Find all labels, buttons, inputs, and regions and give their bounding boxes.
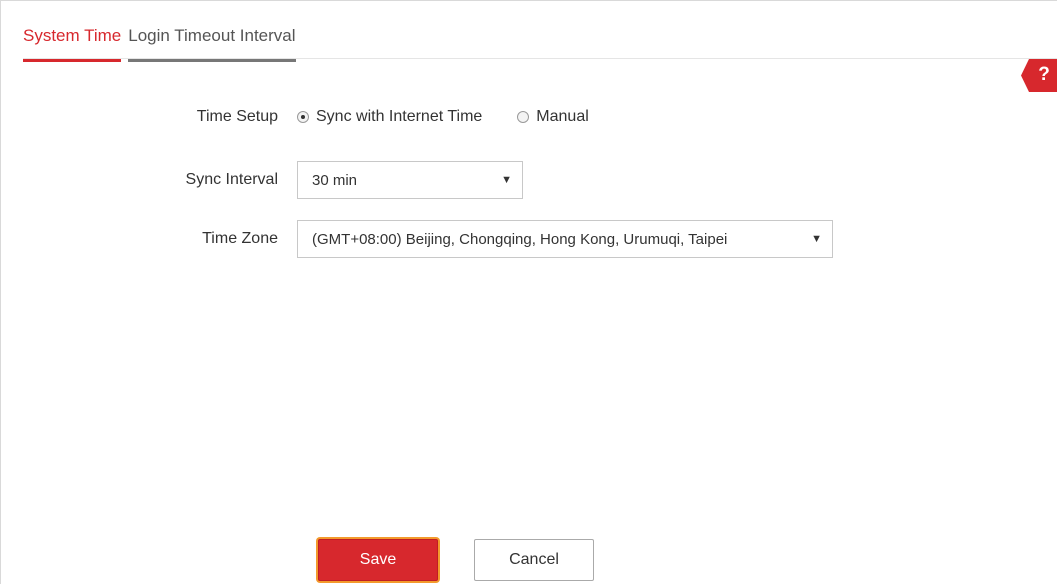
question-mark-icon: ? <box>1038 64 1050 85</box>
tab-bar: System Time Login Timeout Interval <box>23 25 296 62</box>
sync-interval-row: Sync Interval 30 min ▼ <box>1 161 523 199</box>
save-button[interactable]: Save <box>318 539 438 581</box>
time-zone-row: Time Zone (GMT+08:00) Beijing, Chongqing… <box>1 220 833 258</box>
radio-unchecked-icon <box>517 111 530 123</box>
sync-interval-value: 30 min <box>312 171 358 189</box>
cancel-button[interactable]: Cancel <box>474 539 594 581</box>
manual-radio[interactable]: Manual <box>517 108 589 126</box>
sync-interval-label: Sync Interval <box>185 171 278 188</box>
time-setup-row: Time Setup Sync with Internet Time Manua… <box>1 105 589 129</box>
time-zone-select[interactable]: (GMT+08:00) Beijing, Chongqing, Hong Kon… <box>297 220 833 258</box>
tab-login-timeout-interval[interactable]: Login Timeout Interval <box>128 25 296 62</box>
sync-internet-time-label: Sync with Internet Time <box>316 108 483 125</box>
dropdown-arrow-icon: ▼ <box>811 233 822 245</box>
tab-divider <box>23 58 1057 59</box>
time-setup-label: Time Setup <box>196 108 278 125</box>
tab-system-time[interactable]: System Time <box>23 25 122 62</box>
time-zone-label: Time Zone <box>202 230 278 247</box>
time-zone-value: (GMT+08:00) Beijing, Chongqing, Hong Kon… <box>312 230 728 248</box>
manual-label: Manual <box>536 108 589 125</box>
sync-internet-time-radio[interactable]: Sync with Internet Time <box>297 108 482 126</box>
radio-checked-icon <box>297 111 309 123</box>
dropdown-arrow-icon: ▼ <box>501 174 512 186</box>
help-button[interactable]: ? <box>1021 59 1057 92</box>
sync-interval-select[interactable]: 30 min ▼ <box>297 161 523 199</box>
time-setup-radio-group: Sync with Internet Time Manual <box>297 108 589 126</box>
system-time-panel: System Time Login Timeout Interval ? Tim… <box>0 0 1057 584</box>
